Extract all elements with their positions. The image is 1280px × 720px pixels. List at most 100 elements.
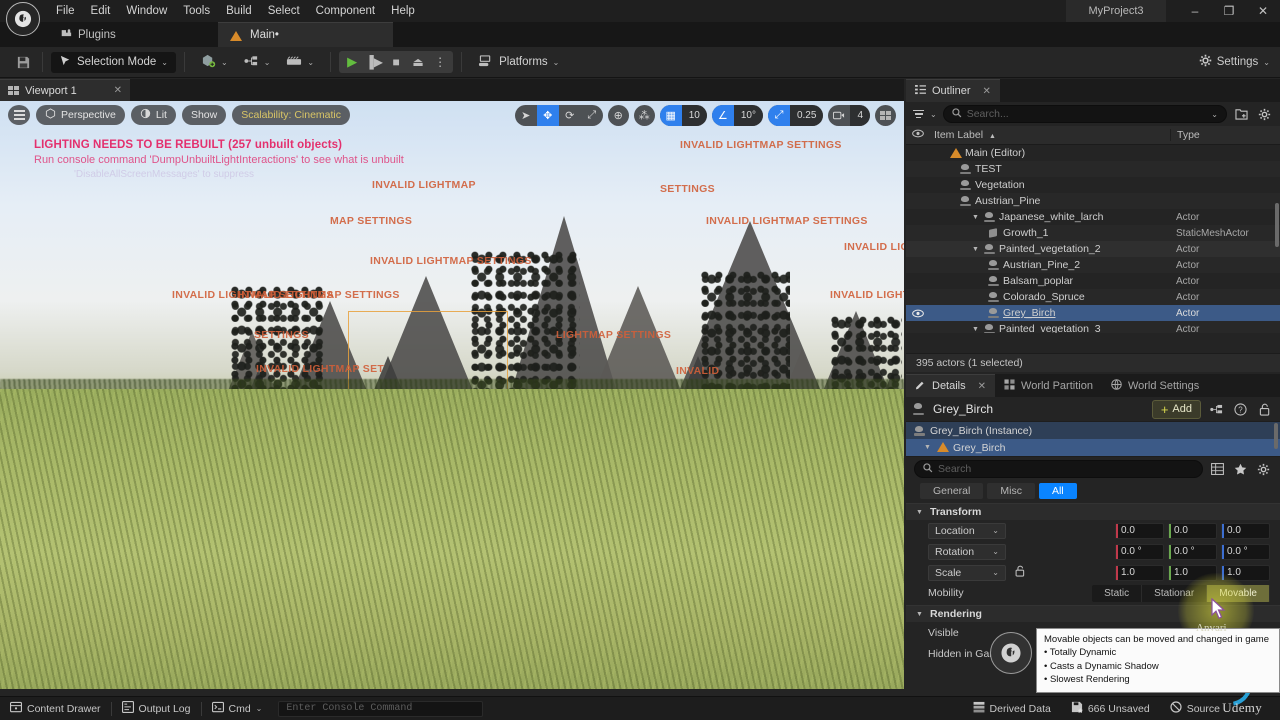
scale-dropdown[interactable]: Scale ⌄ (928, 564, 1006, 581)
details-search-input[interactable]: Search (914, 460, 1203, 478)
settings-button[interactable]: Settings ⌄ (1199, 54, 1270, 70)
menu-tools[interactable]: Tools (175, 2, 218, 20)
component-tree-root-row[interactable]: ▼ Grey_Birch (906, 439, 1280, 456)
rotation-y-input[interactable]: 0.0 ° (1168, 543, 1217, 560)
close-icon[interactable]: ✕ (114, 85, 122, 96)
row-visibility-toggle[interactable] (906, 309, 930, 318)
outliner-row-austrian-pine[interactable]: Austrian_Pine (906, 193, 1280, 209)
expander-icon[interactable]: ▼ (972, 326, 980, 333)
output-log-button[interactable]: Output Log (112, 697, 201, 720)
component-tree-instance-row[interactable]: Grey_Birch (Instance) (906, 422, 1280, 439)
maximize-button[interactable]: ❐ (1212, 0, 1246, 22)
camera-speed-value[interactable]: 4 (850, 105, 870, 126)
transform-section-header[interactable]: ▼ Transform (906, 503, 1280, 520)
rendering-section-header[interactable]: ▼ Rendering (906, 605, 1280, 622)
outliner-row-japanese-white-larch[interactable]: ▼ Japanese_white_larch Actor (906, 209, 1280, 225)
unlock-icon[interactable] (1256, 401, 1273, 418)
camera-speed-icon[interactable] (828, 105, 850, 126)
add-actor-button[interactable]: ⌄ (193, 52, 236, 73)
cmd-button[interactable]: Cmd ⌄ (202, 697, 273, 720)
rotation-dropdown[interactable]: Rotation ⌄ (928, 543, 1006, 560)
blueprints-button[interactable]: ⌄ (236, 52, 279, 73)
item-label-column-header[interactable]: Item Label ▲ (930, 129, 1170, 141)
star-icon[interactable] (1232, 461, 1249, 478)
grid-view-icon[interactable] (1209, 461, 1226, 478)
viewport-menu-button[interactable] (8, 105, 30, 125)
scale-z-input[interactable]: 1.0 (1221, 564, 1270, 581)
menu-component[interactable]: Component (308, 2, 383, 20)
move-tool-button[interactable]: ✥ (536, 105, 559, 126)
menu-select[interactable]: Select (260, 2, 308, 20)
minimize-button[interactable]: – (1178, 0, 1212, 22)
filter-icon[interactable] (913, 109, 924, 119)
grid-snap-value[interactable]: 10 (681, 105, 707, 126)
tab-misc[interactable]: Misc (987, 483, 1035, 499)
outliner-tree[interactable]: Main (Editor) TEST Vegetation Austrian_P… (906, 145, 1280, 333)
expander-icon[interactable]: ▼ (972, 214, 980, 221)
expander-icon[interactable]: ▼ (924, 444, 932, 451)
menu-edit[interactable]: Edit (83, 2, 119, 20)
tab-main-level[interactable]: Main• (218, 22, 393, 47)
tab-details[interactable]: Details ✕ (906, 374, 996, 397)
coordinate-system-button[interactable]: ⊕ (607, 105, 629, 126)
eject-button[interactable]: ⏏ (407, 52, 429, 72)
derived-data-button[interactable]: Derived Data (963, 697, 1061, 720)
scale-tool-button[interactable]: ⤢ (581, 105, 603, 126)
chevron-down-icon-filter[interactable]: ⌄ (930, 110, 937, 119)
surface-snap-button[interactable]: ⁂ (633, 105, 655, 126)
outliner-search-input[interactable]: Search... ⌄ (942, 105, 1227, 123)
expander-icon[interactable]: ▼ (916, 509, 924, 516)
tab-world-partition[interactable]: World Partition (995, 374, 1102, 397)
scale-snap-value[interactable]: 0.25 (789, 105, 824, 126)
menu-build[interactable]: Build (218, 2, 260, 20)
scale-y-input[interactable]: 1.0 (1168, 564, 1217, 581)
outliner-row-austrian-pine-2[interactable]: Austrian_Pine_2 Actor (906, 257, 1280, 273)
level-viewport[interactable]: INVALID LIGHTMAP SETTINGS MAP SETTINGS I… (0, 101, 904, 689)
outliner-row-colorado-spruce[interactable]: Colorado_Spruce Actor (906, 289, 1280, 305)
tab-general[interactable]: General (920, 483, 984, 499)
add-component-button[interactable]: + Add (1151, 399, 1201, 419)
outliner-row-test[interactable]: TEST (906, 161, 1280, 177)
save-button[interactable] (12, 52, 34, 72)
tab-outliner[interactable]: Outliner ✕ (906, 79, 1000, 102)
angle-snap-toggle[interactable]: ∠ (711, 105, 734, 126)
location-y-input[interactable]: 0.0 (1168, 522, 1217, 539)
outliner-settings-gear-icon[interactable] (1256, 106, 1273, 123)
close-icon[interactable]: ✕ (978, 381, 986, 392)
lighting-mode-button[interactable]: Lit (130, 105, 176, 125)
tab-viewport-1[interactable]: Viewport 1 ✕ (0, 79, 130, 101)
select-tool-button[interactable]: ➤ (515, 105, 537, 126)
outliner-row-vegetation[interactable]: Vegetation (906, 177, 1280, 193)
mobility-stationary-button[interactable]: Stationar (1142, 584, 1208, 602)
component-tree-scrollbar[interactable] (1274, 423, 1278, 449)
stop-button[interactable]: ■ (385, 52, 407, 72)
location-dropdown[interactable]: Location ⌄ (928, 522, 1006, 539)
menu-help[interactable]: Help (383, 2, 423, 20)
scalability-button[interactable]: Scalability: Cinematic (232, 105, 351, 125)
skip-button[interactable]: ▐▶ (363, 52, 385, 72)
scale-x-input[interactable]: 1.0 (1115, 564, 1164, 581)
tab-plugins[interactable]: Plugins (48, 22, 128, 47)
show-menu-button[interactable]: Show (181, 105, 227, 125)
help-icon[interactable]: ? (1232, 401, 1249, 418)
scale-lock-icon[interactable] (1015, 565, 1026, 580)
console-command-input[interactable]: Enter Console Command (278, 700, 484, 717)
expander-icon[interactable]: ▼ (972, 246, 980, 253)
outliner-row-painted-vegetation-3[interactable]: ▼ Painted_vegetation_3 Actor (906, 321, 1280, 333)
rotate-tool-button[interactable]: ⟳ (559, 105, 581, 126)
rotation-x-input[interactable]: 0.0 ° (1115, 543, 1164, 560)
tab-world-settings[interactable]: World Settings (1102, 374, 1208, 397)
type-column-header[interactable]: Type (1170, 129, 1280, 141)
mobility-static-button[interactable]: Static (1092, 584, 1143, 602)
scale-snap-toggle[interactable]: ⤢ (767, 105, 790, 126)
mobility-movable-button[interactable]: Movable (1207, 584, 1270, 602)
close-button[interactable]: ✕ (1246, 0, 1280, 22)
new-folder-icon[interactable] (1233, 106, 1250, 123)
rotation-z-input[interactable]: 0.0 ° (1221, 543, 1270, 560)
close-icon[interactable]: ✕ (983, 86, 991, 97)
outliner-row-grey-birch[interactable]: Grey_Birch Actor (906, 305, 1280, 321)
chevron-down-icon-search[interactable]: ⌄ (1211, 110, 1218, 119)
location-z-input[interactable]: 0.0 (1221, 522, 1270, 539)
angle-snap-value[interactable]: 10° (733, 105, 763, 126)
grid-snap-toggle[interactable]: ▦ (659, 105, 682, 126)
